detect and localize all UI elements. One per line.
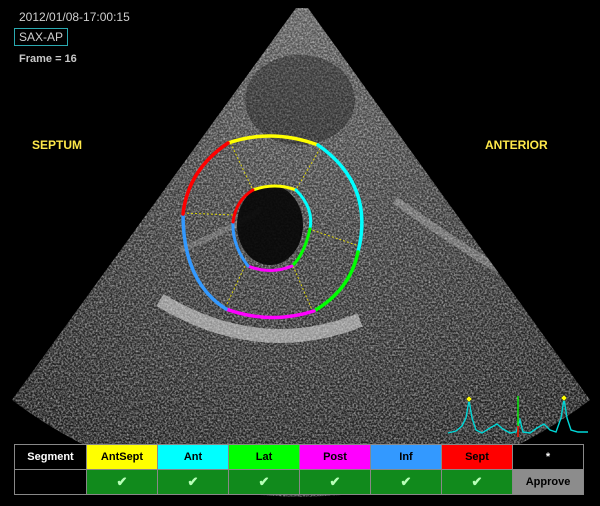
view-label: SAX-AP — [14, 28, 69, 46]
ant-check-icon[interactable]: ✔ — [157, 469, 229, 495]
orientation-label-septum: SEPTUM — [32, 138, 83, 152]
approve-button[interactable]: Approve — [512, 469, 584, 495]
orientation-label-anterior: ANTERIOR — [485, 138, 548, 152]
segment-antsept-button[interactable]: AntSept — [86, 444, 158, 470]
segment-header-row: Segment AntSept Ant Lat Post Inf Sept * — [14, 444, 584, 470]
sept-check-icon[interactable]: ✔ — [441, 469, 513, 495]
antsept-check-icon[interactable]: ✔ — [86, 469, 158, 495]
ultrasound-viewport — [12, 8, 590, 497]
segment-sept-button[interactable]: Sept — [441, 444, 513, 470]
segment-table: Segment AntSept Ant Lat Post Inf Sept * … — [14, 444, 584, 495]
star-button[interactable]: * — [512, 444, 584, 470]
inf-check-icon[interactable]: ✔ — [370, 469, 442, 495]
post-check-icon[interactable]: ✔ — [299, 469, 371, 495]
segment-inf-button[interactable]: Inf — [370, 444, 442, 470]
segment-post-button[interactable]: Post — [299, 444, 371, 470]
approval-row: ✔ ✔ ✔ ✔ ✔ ✔ Approve — [14, 469, 584, 495]
timestamp: 2012/01/08-17:00:15 — [19, 10, 130, 24]
segment-header: Segment — [14, 444, 87, 470]
empty-cell — [14, 469, 87, 495]
lat-check-icon[interactable]: ✔ — [228, 469, 300, 495]
frame-counter: Frame = 16 — [19, 53, 77, 65]
segment-ant-button[interactable]: Ant — [157, 444, 229, 470]
segment-lat-button[interactable]: Lat — [228, 444, 300, 470]
